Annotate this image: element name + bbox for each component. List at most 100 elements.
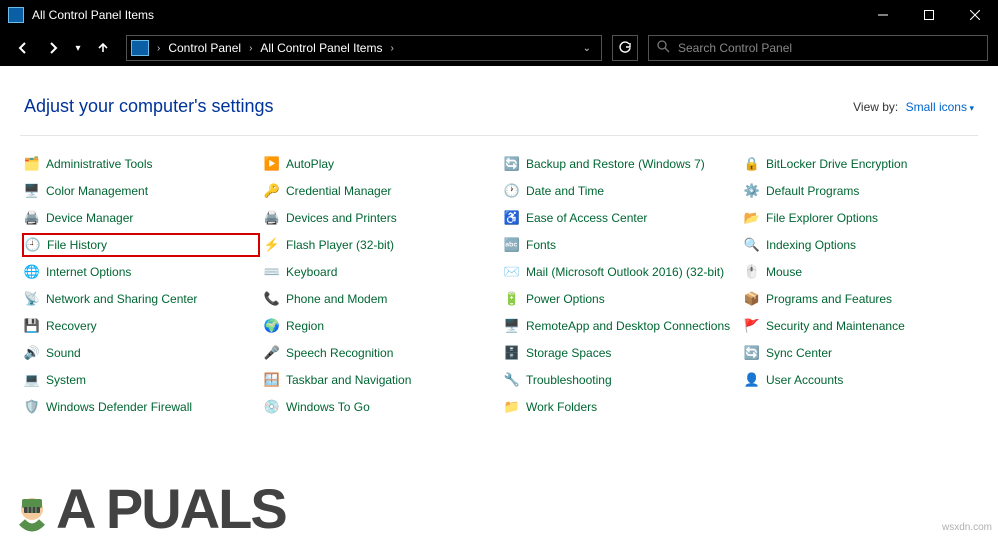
view-by-dropdown[interactable]: Small icons xyxy=(906,100,974,114)
cp-item-storage-spaces[interactable]: 🗄️Storage Spaces xyxy=(504,343,734,363)
cp-item-mouse[interactable]: 🖱️Mouse xyxy=(744,262,974,282)
cp-item-label: Windows Defender Firewall xyxy=(46,400,192,414)
cp-item-internet-options[interactable]: 🌐Internet Options xyxy=(24,262,254,282)
cp-item-taskbar-and-navigation[interactable]: 🪟Taskbar and Navigation xyxy=(264,370,494,390)
items-grid: 🗂️Administrative Tools ▶️ AutoPlay 🔄Backup … xyxy=(20,154,978,417)
cp-item-work-folders[interactable]: 📁Work Folders xyxy=(504,397,734,417)
view-by-label: View by: xyxy=(853,100,898,114)
close-button[interactable] xyxy=(952,0,998,30)
indexing-options-icon: 🔍 xyxy=(744,237,760,253)
network-and-sharing-center-icon: 📡 xyxy=(24,291,40,307)
control-panel-icon xyxy=(131,40,149,56)
chevron-right-icon[interactable]: › xyxy=(155,43,162,54)
cp-item-label: Default Programs xyxy=(766,184,859,198)
cp-item-windows-to-go[interactable]: 💿Windows To Go xyxy=(264,397,494,417)
cp-item-label: Sync Center xyxy=(766,346,832,360)
cp-item-label: AutoPlay xyxy=(286,157,334,171)
cp-item-label: Recovery xyxy=(46,319,97,333)
cp-item-default-programs[interactable]: ⚙️ Default Programs xyxy=(744,181,974,201)
cp-item-sound[interactable]: 🔊Sound xyxy=(24,343,254,363)
cp-item-label: Devices and Printers xyxy=(286,211,397,225)
cp-item-user-accounts[interactable]: 👤User Accounts xyxy=(744,370,974,390)
cp-item-fonts[interactable]: 🔤Fonts xyxy=(504,235,734,255)
work-folders-icon: 📁 xyxy=(504,399,520,415)
cp-item-indexing-options[interactable]: 🔍Indexing Options xyxy=(744,235,974,255)
maximize-button[interactable] xyxy=(906,0,952,30)
phone-and-modem-icon: 📞 xyxy=(264,291,280,307)
date-and-time-icon: 🕐 xyxy=(504,183,520,199)
default-programs-icon: ⚙️ xyxy=(744,183,760,199)
back-button[interactable] xyxy=(10,35,36,61)
cp-item-network-and-sharing-center[interactable]: 📡Network and Sharing Center xyxy=(24,289,254,309)
cp-item-phone-and-modem[interactable]: 📞Phone and Modem xyxy=(264,289,494,309)
file-history-icon: 🕘 xyxy=(25,237,41,253)
cp-item-troubleshooting[interactable]: 🔧Troubleshooting xyxy=(504,370,734,390)
cp-item-remoteapp-and-desktop-connections[interactable]: 🖥️RemoteApp and Desktop Connections xyxy=(504,316,734,336)
internet-options-icon: 🌐 xyxy=(24,264,40,280)
cp-item-programs-and-features[interactable]: 📦Programs and Features xyxy=(744,289,974,309)
cp-item-label: User Accounts xyxy=(766,373,843,387)
speech-recognition-icon: 🎤 xyxy=(264,345,280,361)
cp-item-color-management[interactable]: 🖥️Color Management xyxy=(24,181,254,201)
administrative-tools-icon: 🗂️ xyxy=(24,156,40,172)
cp-item-bitlocker-drive-encryption[interactable]: 🔒BitLocker Drive Encryption xyxy=(744,154,974,174)
address-bar[interactable]: › Control Panel › All Control Panel Item… xyxy=(126,35,602,61)
cp-item-label: Flash Player (32-bit) xyxy=(286,238,394,252)
cp-item-label: Date and Time xyxy=(526,184,604,198)
cp-item-label: Region xyxy=(286,319,324,333)
windows-to-go-icon: 💿 xyxy=(264,399,280,415)
mail-microsoft-outlook-2016-32-bit-icon: ✉️ xyxy=(504,264,520,280)
minimize-button[interactable] xyxy=(860,0,906,30)
recent-locations-button[interactable]: ▾ xyxy=(70,35,86,61)
cp-item-system[interactable]: 💻System xyxy=(24,370,254,390)
programs-and-features-icon: 📦 xyxy=(744,291,760,307)
cp-item-keyboard[interactable]: ⌨️Keyboard xyxy=(264,262,494,282)
cp-item-region[interactable]: 🌍Region xyxy=(264,316,494,336)
cp-item-recovery[interactable]: 💾Recovery xyxy=(24,316,254,336)
cp-item-label: Power Options xyxy=(526,292,605,306)
chevron-right-icon[interactable]: › xyxy=(247,43,254,54)
sound-icon: 🔊 xyxy=(24,345,40,361)
cp-item-credential-manager[interactable]: 🔑 Credential Manager xyxy=(264,181,494,201)
cp-item-file-explorer-options[interactable]: 📂File Explorer Options xyxy=(744,208,974,228)
search-input[interactable]: Search Control Panel xyxy=(648,35,988,61)
cp-item-label: Troubleshooting xyxy=(526,373,612,387)
autoplay-icon: ▶️ xyxy=(264,156,280,172)
cp-item-power-options[interactable]: 🔋 Power Options xyxy=(504,289,734,309)
cp-item-device-manager[interactable]: 🖨️Device Manager xyxy=(24,208,254,228)
credential-manager-icon: 🔑 xyxy=(264,183,280,199)
cp-item-windows-defender-firewall[interactable]: 🛡️Windows Defender Firewall xyxy=(24,397,254,417)
power-options-icon: 🔋 xyxy=(504,291,520,307)
breadcrumb-root[interactable]: Control Panel xyxy=(164,41,245,55)
cp-item-backup-and-restore-windows-7[interactable]: 🔄Backup and Restore (Windows 7) xyxy=(504,154,734,174)
cp-item-administrative-tools[interactable]: 🗂️Administrative Tools xyxy=(24,154,254,174)
cp-item-flash-player-32-bit[interactable]: ⚡Flash Player (32-bit) xyxy=(264,235,494,255)
cp-item-ease-of-access-center[interactable]: ♿Ease of Access Center xyxy=(504,208,734,228)
cp-item-label: Mouse xyxy=(766,265,802,279)
cp-item-date-and-time[interactable]: 🕐 Date and Time xyxy=(504,181,734,201)
cp-item-autoplay[interactable]: ▶️ AutoPlay xyxy=(264,154,494,174)
remoteapp-and-desktop-connections-icon: 🖥️ xyxy=(504,318,520,334)
cp-item-label: Credential Manager xyxy=(286,184,391,198)
file-explorer-options-icon: 📂 xyxy=(744,210,760,226)
cp-item-security-and-maintenance[interactable]: 🚩Security and Maintenance xyxy=(744,316,974,336)
cp-item-sync-center[interactable]: 🔄Sync Center xyxy=(744,343,974,363)
devices-and-printers-icon: 🖨️ xyxy=(264,210,280,226)
page-title: Adjust your computer's settings xyxy=(24,96,853,117)
forward-button[interactable] xyxy=(40,35,66,61)
bitlocker-drive-encryption-icon: 🔒 xyxy=(744,156,760,172)
up-button[interactable] xyxy=(90,35,116,61)
breadcrumb-current[interactable]: All Control Panel Items xyxy=(256,41,386,55)
cp-item-file-history[interactable]: 🕘File History xyxy=(22,233,260,257)
address-dropdown-button[interactable]: ⌄ xyxy=(577,43,597,54)
cp-item-mail-microsoft-outlook-2016-32-bit[interactable]: ✉️ Mail (Microsoft Outlook 2016) (32-bit) xyxy=(504,262,734,282)
site-watermark: wsxdn.com xyxy=(942,522,992,533)
chevron-right-icon[interactable]: › xyxy=(388,43,395,54)
cp-item-devices-and-printers[interactable]: 🖨️ Devices and Printers xyxy=(264,208,494,228)
cp-item-label: Mail (Microsoft Outlook 2016) (32-bit) xyxy=(526,265,724,279)
cp-item-speech-recognition[interactable]: 🎤Speech Recognition xyxy=(264,343,494,363)
search-placeholder: Search Control Panel xyxy=(678,41,792,55)
refresh-button[interactable] xyxy=(612,35,638,61)
storage-spaces-icon: 🗄️ xyxy=(504,345,520,361)
brand-watermark: A PUALS xyxy=(8,481,286,537)
